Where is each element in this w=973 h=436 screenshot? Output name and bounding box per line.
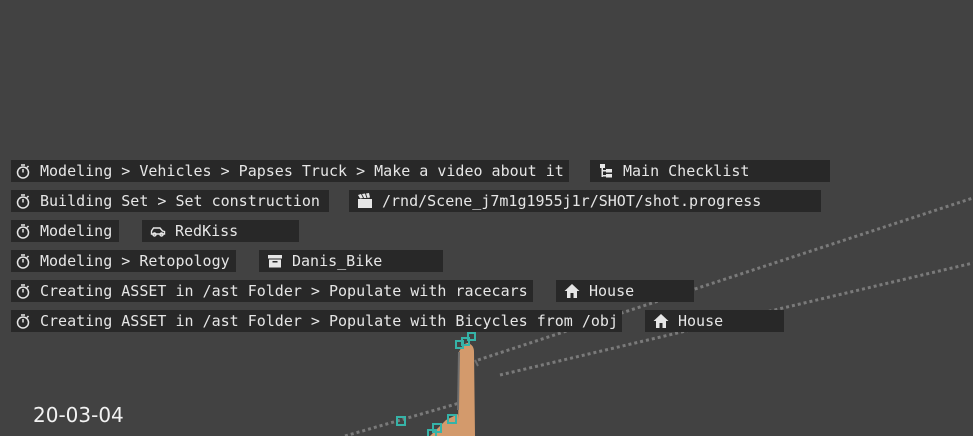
dotted-line-1 [477, 196, 973, 362]
task-label[interactable]: Modeling [11, 220, 119, 242]
entity-text: House [678, 312, 724, 330]
task-text: Building Set > Set construction [40, 192, 320, 210]
entity-text: RedKiss [175, 222, 239, 240]
checklist-icon [598, 163, 614, 179]
task-label[interactable]: Creating ASSET in /ast Folder > Populate… [11, 280, 533, 302]
entity-label[interactable]: /rnd/Scene_j7m1g1955j1r/SHOT/shot.progre… [349, 190, 821, 212]
house-icon [653, 313, 669, 329]
task-label[interactable]: Modeling > Vehicles > Papses Truck > Mak… [11, 160, 569, 182]
entity-label[interactable]: Main Checklist [590, 160, 830, 182]
clapperboard-icon [357, 193, 373, 209]
stopwatch-icon [15, 253, 31, 269]
archive-icon [267, 253, 283, 269]
task-text: Creating ASSET in /ast Folder > Populate… [40, 282, 528, 300]
task-label[interactable]: Creating ASSET in /ast Folder > Populate… [11, 310, 622, 332]
task-label[interactable]: Modeling > Retopology [11, 250, 236, 272]
stopwatch-icon [15, 193, 31, 209]
task-text: Modeling > Vehicles > Papses Truck > Mak… [40, 162, 564, 180]
task-label[interactable]: Building Set > Set construction [11, 190, 329, 212]
entity-text: House [589, 282, 635, 300]
car-icon [150, 223, 166, 239]
stopwatch-icon [15, 223, 31, 239]
entity-label[interactable]: House [645, 310, 784, 332]
stopwatch-icon [15, 313, 31, 329]
entity-label[interactable]: Danis_Bike [259, 250, 443, 272]
timeline-graph [344, 196, 973, 436]
stopwatch-icon [15, 163, 31, 179]
task-text: Modeling [40, 222, 113, 240]
entity-text: Main Checklist [623, 162, 750, 180]
stopwatch-icon [15, 283, 31, 299]
entity-text: /rnd/Scene_j7m1g1955j1r/SHOT/shot.progre… [382, 192, 762, 210]
task-text: Modeling > Retopology [40, 252, 230, 270]
entity-text: Danis_Bike [292, 252, 383, 270]
house-icon [564, 283, 580, 299]
task-text: Creating ASSET in /ast Folder > Populate… [40, 312, 618, 330]
hand-shape [458, 343, 475, 436]
entity-label[interactable]: House [556, 280, 694, 302]
entity-label[interactable]: RedKiss [142, 220, 299, 242]
date-label: 20-03-04 [33, 403, 124, 427]
